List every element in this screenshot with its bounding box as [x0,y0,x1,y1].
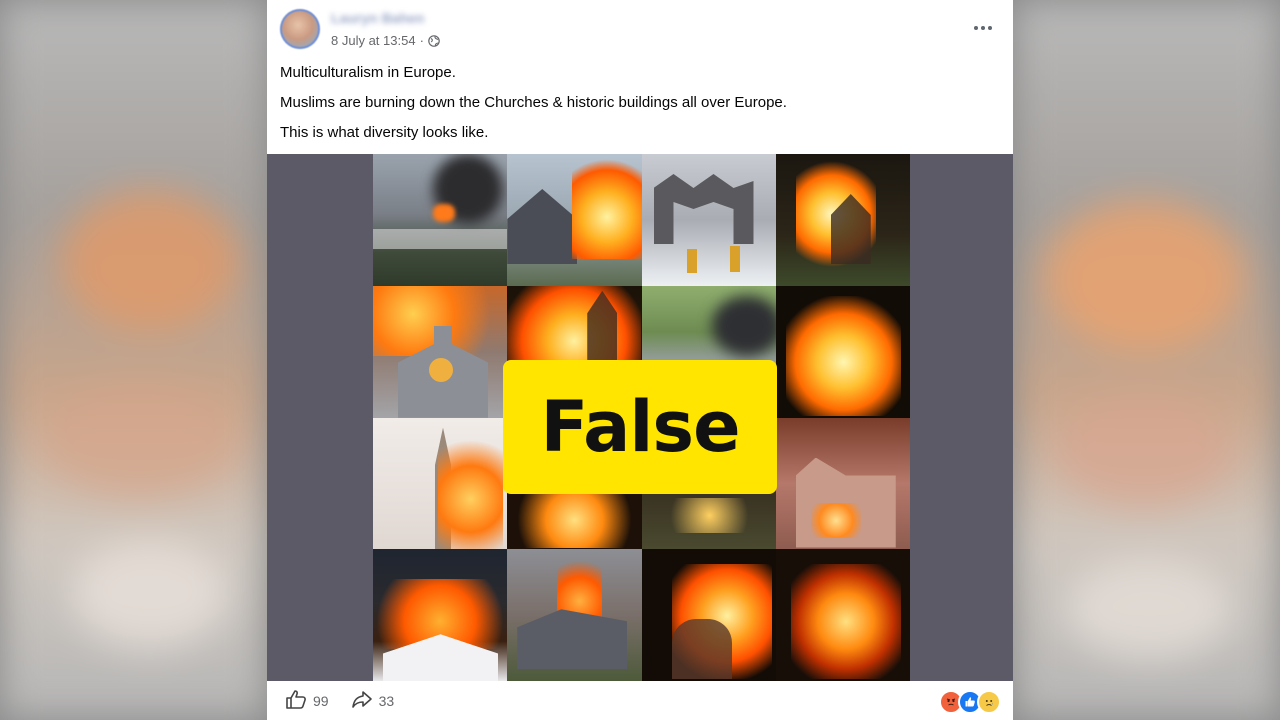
photo-tile [373,154,508,286]
blurred-background-left [0,0,267,720]
like-count: 99 [313,692,329,709]
like-button[interactable]: 99 [285,689,329,712]
blurred-background-right [1014,0,1280,720]
photo-tile [507,549,642,681]
photo-tile [373,549,508,681]
post-meta: 8 July at 13:54 · [331,33,440,48]
fact-check-false-label: False [503,360,777,494]
photo-tile [373,417,508,550]
photo-tile [641,154,776,286]
photo-tile [373,285,508,418]
photo-tile [775,549,910,681]
photo-tile [775,154,910,286]
photo-tile [507,154,642,286]
photo-tile [775,417,910,550]
author-name[interactable]: Lauryn Bahen [331,10,424,26]
post-text: Multiculturalism in Europe. Muslims are … [280,64,1000,154]
photo-tile [775,285,910,418]
post-footer: 99 33 [267,681,1013,720]
post-timestamp[interactable]: 8 July at 13:54 [331,33,416,48]
post-image[interactable]: False [267,154,1013,681]
share-button[interactable]: 33 [351,689,395,712]
facebook-post: Lauryn Bahen 8 July at 13:54 · Multicult… [267,0,1013,720]
reaction-summary[interactable] [939,690,1001,714]
post-line-3: This is what diversity looks like. [280,124,489,141]
globe-icon [428,34,440,47]
avatar[interactable] [280,9,320,49]
share-count: 33 [378,692,395,709]
post-header: Lauryn Bahen 8 July at 13:54 · [267,0,1013,56]
sad-icon [977,690,1001,714]
share-arrow-icon [351,689,373,712]
thumbs-up-icon [285,689,307,712]
post-line-2: Muslims are burning down the Churches & … [280,94,787,111]
photo-tile [641,549,776,681]
post-line-1: Multiculturalism in Europe. [280,64,456,81]
meta-separator: · [419,33,424,48]
more-options-icon[interactable] [971,18,995,38]
